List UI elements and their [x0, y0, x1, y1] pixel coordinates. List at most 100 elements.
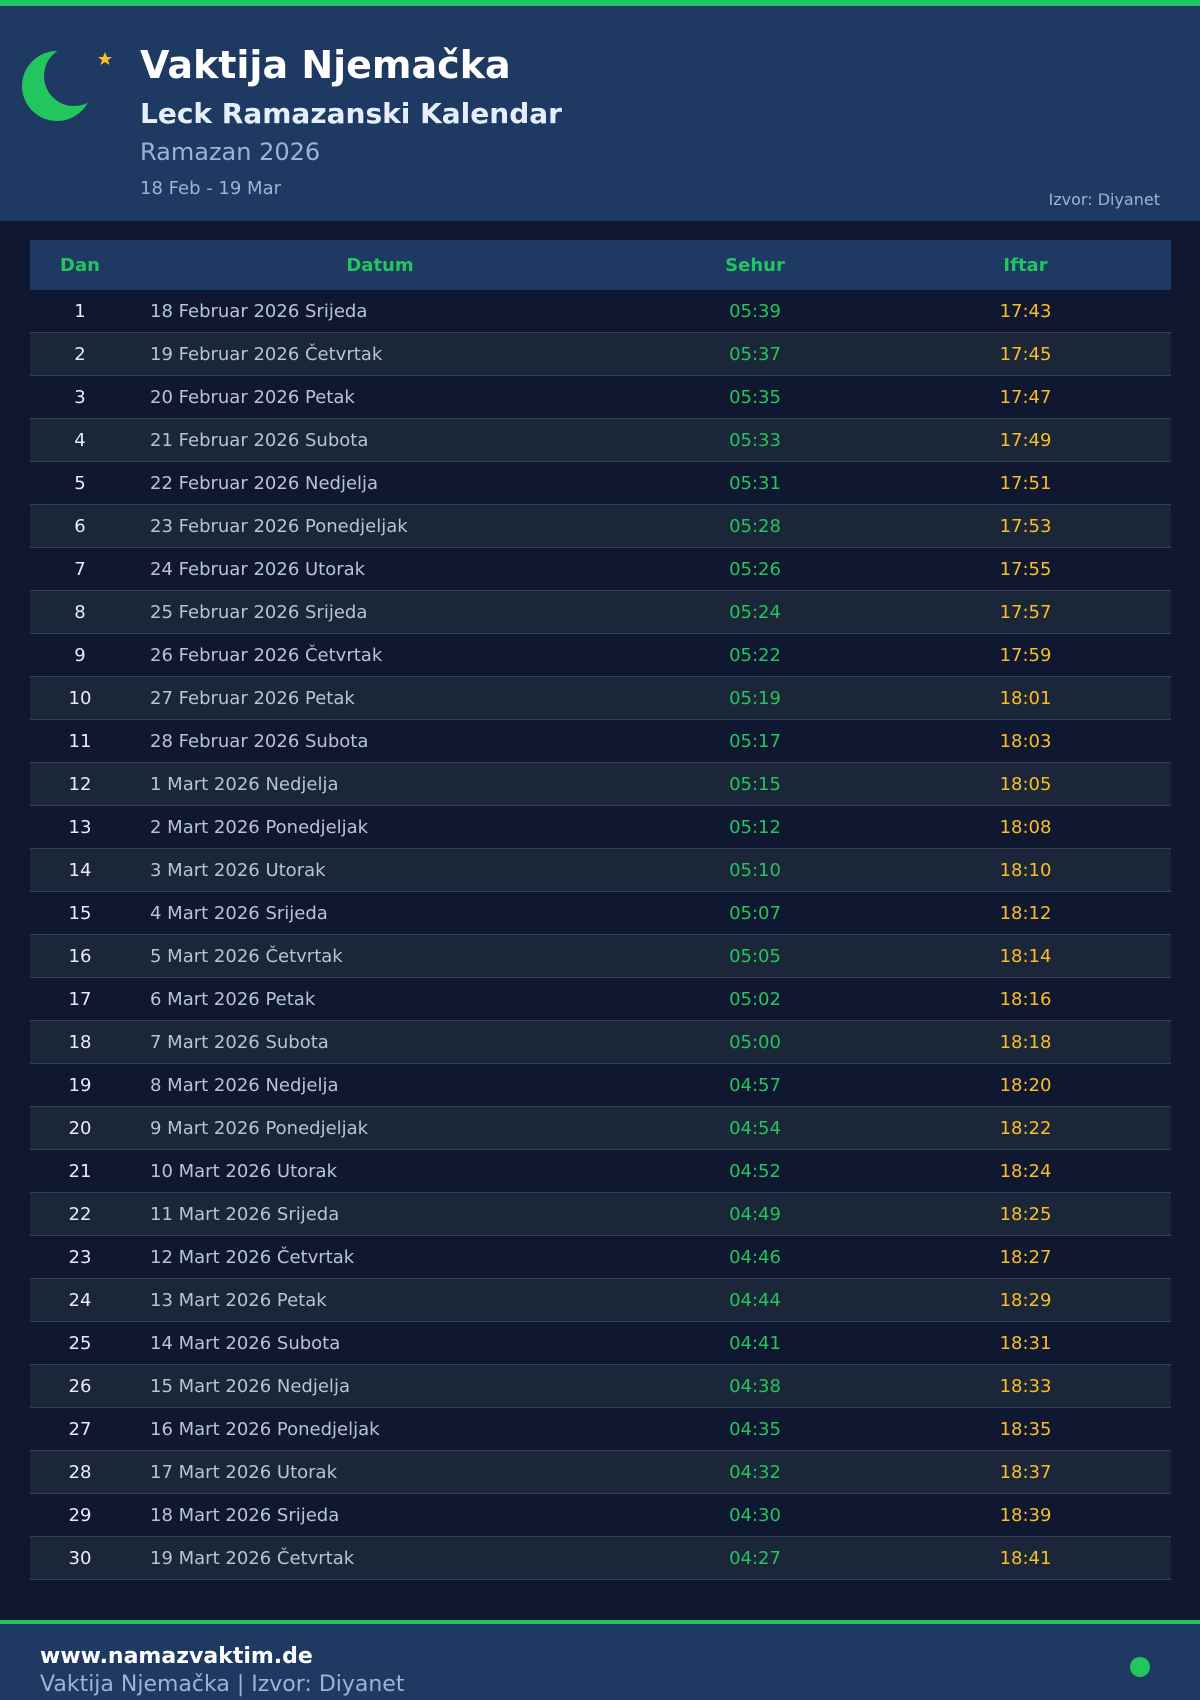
table-row: 12 1 Mart 2026 Nedjelja 05:15 18:05: [30, 763, 1171, 806]
cell-iftar: 17:53: [999, 515, 1052, 537]
cell-datum: 4 Mart 2026 Srijeda: [150, 902, 328, 924]
cell-iftar: 18:08: [999, 816, 1052, 838]
cell-sehur: 04:32: [729, 1461, 781, 1483]
cell-dan: 4: [74, 429, 86, 451]
cell-iftar: 18:14: [999, 945, 1052, 967]
cell-sehur: 04:30: [729, 1504, 781, 1526]
cell-iftar: 18:27: [999, 1246, 1052, 1268]
cell-dan: 28: [68, 1461, 92, 1483]
table-row: 5 22 Februar 2026 Nedjelja 05:31 17:51: [30, 462, 1171, 505]
cell-dan: 13: [68, 816, 92, 838]
table-row: 28 17 Mart 2026 Utorak 04:32 18:37: [30, 1451, 1171, 1494]
table-row: 3 20 Februar 2026 Petak 05:35 17:47: [30, 376, 1171, 419]
cell-iftar: 18:12: [999, 902, 1052, 924]
cell-datum: 20 Februar 2026 Petak: [150, 386, 355, 408]
table-row: 29 18 Mart 2026 Srijeda 04:30 18:39: [30, 1494, 1171, 1537]
cell-dan: 27: [68, 1418, 92, 1440]
cell-dan: 12: [68, 773, 92, 795]
table-row: 13 2 Mart 2026 Ponedjeljak 05:12 18:08: [30, 806, 1171, 849]
cell-iftar: 17:45: [999, 343, 1052, 365]
cell-sehur: 04:27: [729, 1547, 781, 1569]
cell-sehur: 05:15: [729, 773, 781, 795]
cell-datum: 21 Februar 2026 Subota: [150, 429, 369, 451]
cell-datum: 15 Mart 2026 Nedjelja: [150, 1375, 350, 1397]
cell-sehur: 04:41: [729, 1332, 781, 1354]
cell-iftar: 18:24: [999, 1160, 1052, 1182]
table-row: 2 19 Februar 2026 Četvrtak 05:37 17:45: [30, 333, 1171, 376]
table-row: 19 8 Mart 2026 Nedjelja 04:57 18:20: [30, 1064, 1171, 1107]
cell-iftar: 18:10: [999, 859, 1052, 881]
cell-sehur: 05:37: [729, 343, 781, 365]
cell-sehur: 04:57: [729, 1074, 781, 1096]
cell-dan: 10: [68, 687, 92, 709]
table-row: 7 24 Februar 2026 Utorak 05:26 17:55: [30, 548, 1171, 591]
cell-sehur: 04:38: [729, 1375, 781, 1397]
cell-iftar: 18:05: [999, 773, 1052, 795]
cell-iftar: 18:25: [999, 1203, 1052, 1225]
cell-iftar: 18:29: [999, 1289, 1052, 1311]
cell-iftar: 17:55: [999, 558, 1052, 580]
cell-datum: 6 Mart 2026 Petak: [150, 988, 316, 1010]
cell-datum: 16 Mart 2026 Ponedjeljak: [150, 1418, 380, 1440]
cell-dan: 16: [68, 945, 92, 967]
cell-dan: 2: [74, 343, 86, 365]
cell-sehur: 05:02: [729, 988, 781, 1010]
cell-datum: 14 Mart 2026 Subota: [150, 1332, 341, 1354]
calendar-table: Dan Datum Sehur Iftar 1 18 Februar 2026 S…: [30, 240, 1171, 1580]
cell-iftar: 18:16: [999, 988, 1052, 1010]
header-datum: Datum: [346, 254, 414, 276]
status-dot-icon: [1130, 1657, 1150, 1677]
table-row: 21 10 Mart 2026 Utorak 04:52 18:24: [30, 1150, 1171, 1193]
crescent-star-icon: [22, 51, 112, 121]
cell-iftar: 17:49: [999, 429, 1052, 451]
cell-iftar: 18:37: [999, 1461, 1052, 1483]
cell-datum: 5 Mart 2026 Četvrtak: [150, 945, 343, 967]
cell-iftar: 18:41: [999, 1547, 1052, 1569]
table-row: 30 19 Mart 2026 Četvrtak 04:27 18:41: [30, 1537, 1171, 1580]
header-sehur: Sehur: [725, 254, 785, 276]
cell-dan: 18: [68, 1031, 92, 1053]
cell-datum: 23 Februar 2026 Ponedjeljak: [150, 515, 408, 537]
table-row: 14 3 Mart 2026 Utorak 05:10 18:10: [30, 849, 1171, 892]
cell-dan: 29: [68, 1504, 92, 1526]
cell-dan: 6: [74, 515, 86, 537]
cell-iftar: 18:01: [999, 687, 1052, 709]
cell-iftar: 17:59: [999, 644, 1052, 666]
cell-sehur: 05:07: [729, 902, 781, 924]
cell-datum: 19 Mart 2026 Četvrtak: [150, 1547, 355, 1569]
cell-dan: 15: [68, 902, 92, 924]
cell-sehur: 04:44: [729, 1289, 781, 1311]
table-row: 24 13 Mart 2026 Petak 04:44 18:29: [30, 1279, 1171, 1322]
page-subtitle: Leck Ramazanski Kalendar: [140, 97, 562, 130]
table-row: 1 18 Februar 2026 Srijeda 05:39 17:43: [30, 290, 1171, 333]
cell-datum: 18 Februar 2026 Srijeda: [150, 300, 368, 322]
cell-sehur: 05:39: [729, 300, 781, 322]
cell-sehur: 04:49: [729, 1203, 781, 1225]
cell-iftar: 17:43: [999, 300, 1052, 322]
cell-datum: 22 Februar 2026 Nedjelja: [150, 472, 379, 494]
page-title: Vaktija Njemačka: [140, 43, 511, 87]
cell-sehur: 04:52: [729, 1160, 781, 1182]
source-label: Izvor: Diyanet: [1048, 190, 1160, 209]
cell-dan: 5: [74, 472, 86, 494]
table-row: 25 14 Mart 2026 Subota 04:41 18:31: [30, 1322, 1171, 1365]
cell-dan: 7: [74, 558, 86, 580]
cell-datum: 28 Februar 2026 Subota: [150, 730, 369, 752]
table-row: 23 12 Mart 2026 Četvrtak 04:46 18:27: [30, 1236, 1171, 1279]
cell-sehur: 05:22: [729, 644, 781, 666]
ramadan-calendar-page: Vaktija Njemačka Leck Ramazanski Kalenda…: [0, 0, 1200, 1700]
cell-dan: 19: [68, 1074, 92, 1096]
cell-sehur: 05:24: [729, 601, 781, 623]
cell-dan: 26: [68, 1375, 92, 1397]
cell-datum: 26 Februar 2026 Četvrtak: [150, 644, 383, 666]
cell-dan: 20: [68, 1117, 92, 1139]
cell-dan: 24: [68, 1289, 92, 1311]
cell-dan: 8: [74, 601, 86, 623]
table-body: 1 18 Februar 2026 Srijeda 05:39 17:43 2 19 Fe…: [30, 290, 1171, 1580]
cell-dan: 14: [68, 859, 92, 881]
table-row: 27 16 Mart 2026 Ponedjeljak 04:35 18:35: [30, 1408, 1171, 1451]
cell-dan: 17: [68, 988, 92, 1010]
table-row: 6 23 Februar 2026 Ponedjeljak 05:28 17:53: [30, 505, 1171, 548]
cell-iftar: 17:51: [999, 472, 1052, 494]
table-row: 18 7 Mart 2026 Subota 05:00 18:18: [30, 1021, 1171, 1064]
